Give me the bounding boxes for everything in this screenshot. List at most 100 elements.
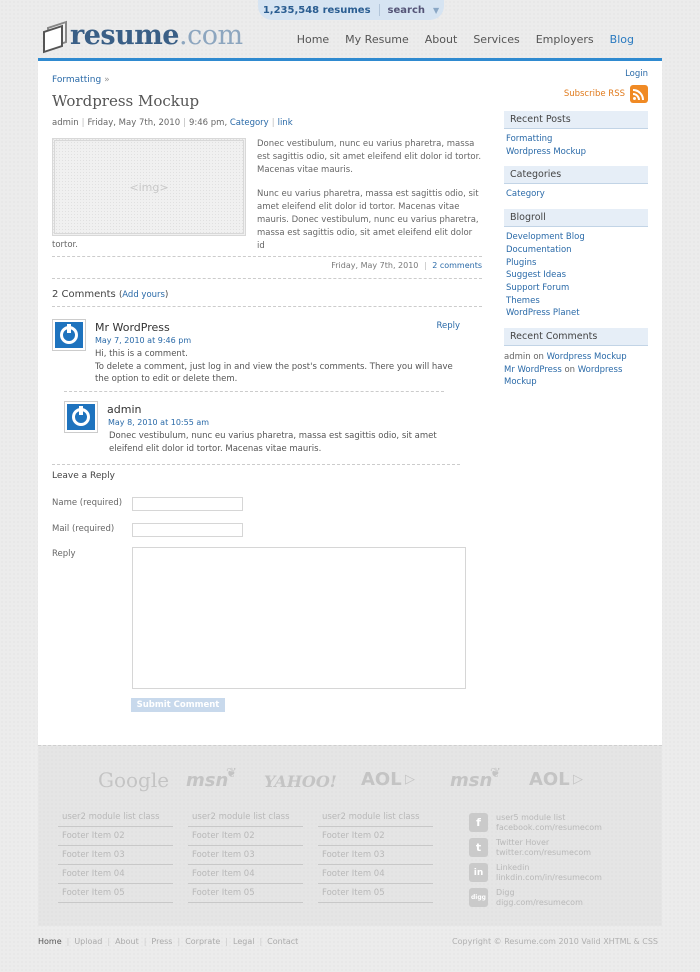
post-image-placeholder: <img>	[52, 138, 246, 236]
bottom-link-about[interactable]: About	[115, 937, 139, 946]
footer-item[interactable]: Footer Item 05	[58, 884, 173, 903]
nav-about[interactable]: About	[425, 33, 458, 46]
comment-text: Donec vestibulum, nunc eu varius pharetr…	[109, 431, 437, 454]
nav-blog[interactable]: Blog	[610, 33, 634, 46]
list-item[interactable]: Development Blog	[506, 231, 646, 244]
avatar	[52, 319, 86, 351]
submit-comment-button[interactable]: Submit Comment	[131, 698, 225, 712]
post-category-link[interactable]: Category	[230, 118, 269, 128]
msn-butterfly-icon: ❦	[226, 766, 237, 781]
post-footer: Friday, May 7th, 2010 | 2 comments	[52, 256, 482, 279]
main-content: Formatting» Wordpress Mockup admin | Frida…	[38, 61, 662, 745]
list-item[interactable]: Plugins	[506, 257, 646, 270]
chevron-down-icon[interactable]: ▼	[433, 6, 439, 15]
site-header: resume.com Home My Resume About Services…	[38, 18, 662, 61]
breadcrumb-formatting[interactable]: Formatting	[52, 75, 101, 85]
msn-logo: msn	[450, 770, 493, 791]
nav-my-resume[interactable]: My Resume	[345, 33, 409, 46]
footer-item[interactable]: Footer Item 05	[318, 884, 433, 903]
rss-label[interactable]: Subscribe RSS	[564, 89, 625, 99]
bottom-link-press[interactable]: Press	[151, 937, 172, 946]
categories-list: Category	[504, 184, 648, 203]
msn-logo: msn	[186, 770, 229, 791]
top-search-pill: 1,235,548 resumes search ▼	[258, 0, 444, 20]
name-field[interactable]	[132, 497, 243, 511]
list-item[interactable]: WordPress Planet	[506, 307, 646, 320]
footer-item[interactable]: Footer Item 04	[188, 865, 303, 884]
footer-item[interactable]: Footer Item 05	[188, 884, 303, 903]
footer-item[interactable]: Footer Item 03	[188, 846, 303, 865]
nav-home[interactable]: Home	[297, 33, 329, 46]
footer-item[interactable]: Footer Item 03	[58, 846, 173, 865]
avatar	[64, 401, 98, 433]
aol-logo: AOL	[361, 769, 402, 790]
comment-date[interactable]: May 7, 2010 at 9:46 pm	[95, 336, 191, 345]
comment-text: To delete a comment, just log in and vie…	[95, 361, 453, 385]
comment-date[interactable]: May 8, 2010 at 10:55 am	[108, 418, 209, 427]
bottom-link-legal[interactable]: Legal	[233, 937, 254, 946]
search-toggle[interactable]: search	[388, 5, 425, 16]
list-item[interactable]: Suggest Ideas	[506, 269, 646, 282]
facebook-icon[interactable]: f	[469, 813, 488, 832]
list-item[interactable]: Category	[506, 188, 646, 201]
bottom-link-contact[interactable]: Contact	[267, 937, 298, 946]
rss-icon[interactable]	[630, 85, 648, 103]
recent-comments-list: admin on Wordpress Mockup Mr WordPress o…	[504, 346, 648, 389]
post-paragraph: Donec vestibulum, nunc eu varius pharetr…	[257, 139, 482, 175]
nav-employers[interactable]: Employers	[536, 33, 594, 46]
bottom-link-corporate[interactable]: Corprate	[185, 937, 220, 946]
mail-label: Mail (required)	[52, 524, 115, 534]
list-item[interactable]: Wordpress Mockup	[506, 146, 646, 159]
post-footer-date: Friday, May 7th, 2010	[331, 261, 419, 270]
reply-label: Reply	[52, 549, 76, 559]
post-paragraph: Nunc eu varius pharetra, massa est sagit…	[257, 189, 479, 251]
bottom-link-home[interactable]: Home	[38, 937, 62, 946]
social-twitter[interactable]: t Twitter Hover twitter.com/resumecom	[469, 835, 639, 860]
post-permalink[interactable]: link	[278, 118, 293, 128]
footer-column-header: user2 module list class	[318, 810, 433, 827]
list-item: Mr WordPress on Wordpress Mockup	[504, 364, 623, 388]
linkedin-icon[interactable]: in	[469, 863, 488, 882]
list-item[interactable]: Support Forum	[506, 282, 646, 295]
footer-column: user2 module list class Footer Item 02 F…	[318, 810, 433, 903]
bottom-link-upload[interactable]: Upload	[74, 937, 102, 946]
msn-butterfly-icon: ❦	[490, 766, 501, 781]
mail-field[interactable]	[132, 523, 243, 537]
post-comments-link[interactable]: 2 comments	[432, 261, 482, 270]
post-meta: admin | Friday, May 7th, 2010 | 9:46 pm, Cat…	[52, 118, 293, 128]
logo-wordmark: resume.com	[70, 20, 243, 51]
reply-button[interactable]: Reply	[436, 321, 460, 331]
social-digg[interactable]: digg Digg digg.com/resumecom	[469, 885, 639, 910]
add-comment-link[interactable]: Add yours	[122, 290, 165, 300]
site-logo[interactable]: resume.com	[40, 20, 243, 54]
twitter-icon[interactable]: t	[469, 838, 488, 857]
list-item[interactable]: Themes	[506, 295, 646, 308]
footer-column-header: user2 module list class	[58, 810, 173, 827]
footer-item[interactable]: Footer Item 04	[318, 865, 433, 884]
login-link[interactable]: Login	[504, 69, 648, 79]
footer-item[interactable]: Footer Item 03	[318, 846, 433, 865]
list-item[interactable]: Formatting	[506, 133, 646, 146]
footer-item[interactable]: Footer Item 02	[188, 827, 303, 846]
copyright-text: Copyright © Resume.com 2010 Valid XHTML …	[452, 937, 658, 946]
list-item: admin on Wordpress Mockup	[504, 352, 627, 363]
pill-divider	[378, 4, 380, 16]
nav-services[interactable]: Services	[473, 33, 519, 46]
comment-item: admin May 8, 2010 at 10:55 am Donec vest…	[52, 392, 482, 464]
social-linkedin[interactable]: in Linkedin linkdin.com/in/resumecom	[469, 860, 639, 885]
reply-textarea[interactable]	[132, 547, 466, 689]
list-item[interactable]: Documentation	[506, 244, 646, 257]
post-date: Friday, May 7th, 2010	[87, 118, 181, 128]
site-footer: Google msn ❦ YAHOO! AOL ▷ msn ❦ AOL ▷ us…	[38, 745, 662, 926]
recent-posts-list: Formatting Wordpress Mockup	[504, 129, 648, 160]
recent-comment-author-link[interactable]: Mr WordPress	[504, 365, 562, 375]
recent-comment-post-link[interactable]: Wordpress Mockup	[547, 352, 627, 362]
aol-arrow-icon: ▷	[405, 772, 415, 787]
yahoo-logo: YAHOO!	[264, 772, 337, 791]
social-facebook[interactable]: f user5 module list facebook.com/resumeco…	[469, 810, 639, 835]
footer-item[interactable]: Footer Item 02	[58, 827, 173, 846]
subscribe-rss[interactable]: Subscribe RSS	[504, 85, 648, 103]
digg-icon[interactable]: digg	[469, 888, 488, 907]
footer-item[interactable]: Footer Item 02	[318, 827, 433, 846]
footer-item[interactable]: Footer Item 04	[58, 865, 173, 884]
